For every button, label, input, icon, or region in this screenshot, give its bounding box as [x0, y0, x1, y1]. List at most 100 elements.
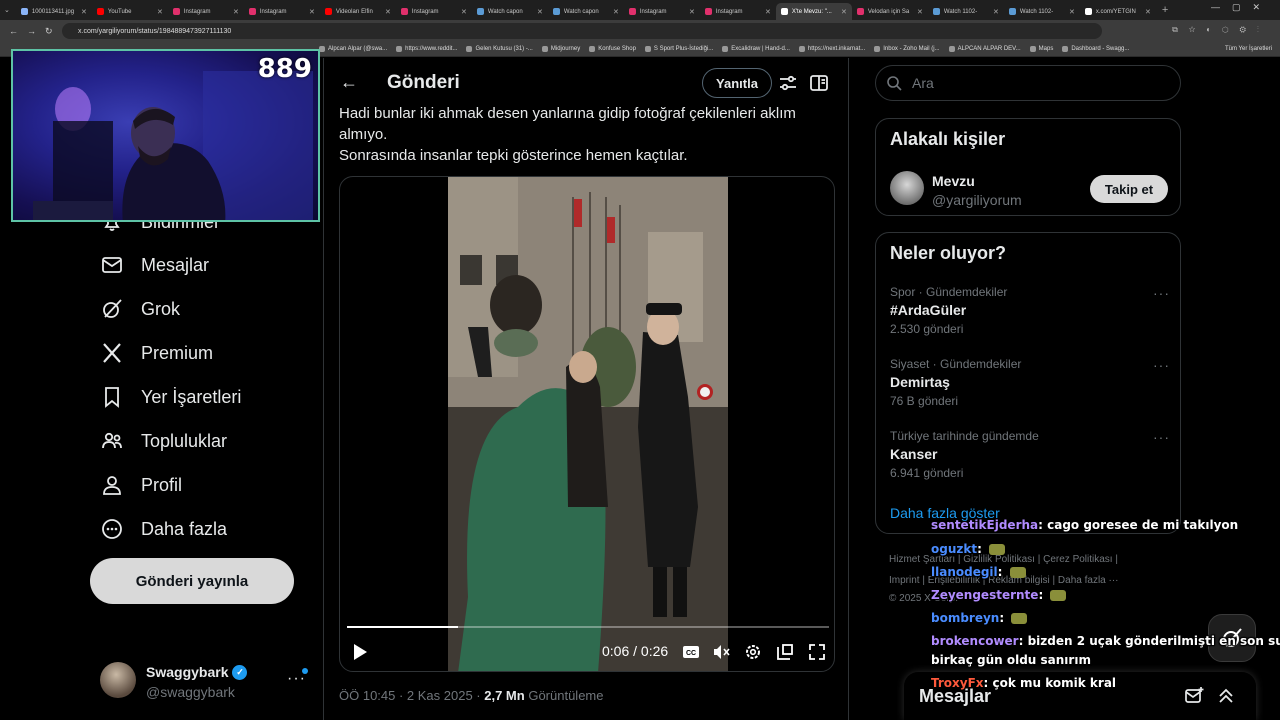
- tab-close-icon[interactable]: ✕: [309, 8, 315, 16]
- back-nav-icon[interactable]: ←: [9, 26, 18, 36]
- browser-toolbar-icons[interactable]: ⧉☆◐⬡⚙⋮: [1172, 25, 1270, 35]
- forward-nav-icon[interactable]: →: [27, 26, 36, 36]
- tab-close-icon[interactable]: ✕: [537, 8, 543, 16]
- bookmark-item[interactable]: ALPCAN ALPAR DEV...: [948, 46, 1021, 52]
- chat-username[interactable]: bombreyn: [931, 611, 999, 625]
- browser-tab[interactable]: 1000113411.jpg ✕: [16, 3, 92, 20]
- tab-close-icon[interactable]: ✕: [233, 8, 239, 16]
- fullscreen-icon[interactable]: [808, 643, 826, 661]
- nav-item[interactable]: Grok: [100, 294, 180, 324]
- tab-close-icon[interactable]: ✕: [613, 8, 619, 16]
- tab-close-icon[interactable]: ✕: [993, 8, 999, 16]
- tweet-timestamp[interactable]: ÖÖ 10:45 · 2 Kas 2025 ·: [339, 688, 484, 703]
- chat-username[interactable]: oguzkt: [931, 542, 977, 556]
- tab-close-icon[interactable]: ✕: [1145, 8, 1151, 16]
- mute-icon[interactable]: [712, 643, 730, 661]
- filter-sliders-icon[interactable]: [778, 73, 798, 93]
- url-input[interactable]: x.com/yargiliyorum/status/19848894739271…: [62, 23, 1102, 39]
- tab-close-icon[interactable]: ✕: [917, 8, 923, 16]
- nav-item[interactable]: Topluluklar: [100, 426, 227, 456]
- browser-tab[interactable]: Instagram ✕: [700, 3, 776, 20]
- window-controls[interactable]: —▢✕: [1211, 2, 1272, 13]
- related-name[interactable]: Mevzu: [932, 173, 975, 189]
- tab-close-icon[interactable]: ✕: [841, 8, 847, 16]
- new-message-icon[interactable]: [1184, 686, 1204, 706]
- video-frame[interactable]: [448, 177, 728, 671]
- related-avatar[interactable]: [890, 171, 924, 205]
- browser-tab[interactable]: X'te Mevzu: "... ✕: [775, 3, 852, 20]
- nav-item-label: Daha fazla: [141, 518, 228, 539]
- nav-item[interactable]: Daha fazla: [100, 514, 227, 544]
- trends-title: Neler oluyor?: [890, 243, 1007, 263]
- bookmark-item[interactable]: S Sport Plus-İstediği...: [644, 46, 713, 52]
- bookmark-item[interactable]: https://next.inkarnat...: [798, 46, 865, 52]
- more-circle-icon: [102, 519, 122, 539]
- tab-close-icon[interactable]: ✕: [765, 8, 771, 16]
- bookmark-item[interactable]: Maps: [1029, 46, 1053, 52]
- browser-tab[interactable]: Instagram ✕: [396, 3, 472, 20]
- chat-username[interactable]: sentetikEjderha: [931, 518, 1038, 532]
- bookmark-item[interactable]: https://www.reddit...: [396, 46, 457, 52]
- bookmark-item[interactable]: Dashboard - Swagg...: [1062, 46, 1129, 52]
- bookmark-item[interactable]: Midjourney: [541, 46, 580, 52]
- back-arrow-icon[interactable]: ←: [340, 72, 358, 93]
- tab-close-icon[interactable]: ✕: [385, 8, 391, 16]
- trend-more-icon[interactable]: ···: [1153, 429, 1170, 445]
- search-input[interactable]: Ara: [875, 65, 1181, 101]
- trend-item[interactable]: Spor · Gündemdekiler #ArdaGüler 2.530 gönd…: [890, 285, 1170, 336]
- bookmark-item[interactable]: Inbox - Zoho Mail (j...: [874, 46, 940, 52]
- browser-tab[interactable]: Velodan için Sa ✕: [852, 3, 928, 20]
- play-icon[interactable]: [352, 643, 368, 661]
- tab-close-icon[interactable]: ✕: [461, 8, 467, 16]
- nav-item[interactable]: Mesajlar: [100, 250, 209, 280]
- chat-username[interactable]: Zeyengesternte: [931, 588, 1038, 602]
- expand-chevrons-icon[interactable]: [1216, 686, 1236, 706]
- captions-icon[interactable]: CC: [682, 643, 700, 661]
- browser-tab[interactable]: Watch 1102- ✕: [1004, 3, 1080, 20]
- trend-item[interactable]: Siyaset · Gündemdekiler Demirtaş 76 B gönd…: [890, 357, 1170, 408]
- reader-view-icon[interactable]: [809, 73, 829, 93]
- trend-item[interactable]: Türkiye tarihinde gündemde Kanser 6.941 gö…: [890, 429, 1170, 480]
- settings-gear-icon[interactable]: [744, 643, 762, 661]
- chat-username[interactable]: llanodegil: [931, 565, 998, 579]
- browser-tab[interactable]: Watch capon ✕: [472, 3, 548, 20]
- browser-tab[interactable]: Videoları Elfin ✕: [320, 3, 396, 20]
- browser-tab[interactable]: Instagram ✕: [168, 3, 244, 20]
- video-player[interactable]: 0:06 / 0:26 CC: [339, 176, 835, 672]
- bookmark-item[interactable]: Excalidraw | Hand-d...: [722, 46, 790, 52]
- bookmark-item[interactable]: Alpcan Alpar (@swa...: [319, 46, 387, 52]
- bookmark-item[interactable]: Konfuse Shop: [589, 46, 636, 52]
- nav-item[interactable]: Profil: [100, 470, 182, 500]
- bookmark-item[interactable]: Gelen Kutusu (31) -...: [466, 46, 533, 52]
- tab-close-icon[interactable]: ✕: [1069, 8, 1075, 16]
- nav-item[interactable]: Yer İşaretleri: [100, 382, 241, 412]
- browser-tab[interactable]: Watch 1102- ✕: [928, 3, 1004, 20]
- all-bookmarks[interactable]: Tüm Yer İşaretleri: [1225, 46, 1272, 52]
- browser-tab[interactable]: Instagram ✕: [244, 3, 320, 20]
- chat-username[interactable]: TroxyFx: [931, 676, 984, 690]
- browser-tab[interactable]: Instagram ✕: [624, 3, 700, 20]
- more-dots-icon[interactable]: ···: [287, 670, 306, 688]
- browser-tab[interactable]: YouTube ✕: [92, 3, 168, 20]
- tab-close-icon[interactable]: ✕: [157, 8, 163, 16]
- post-button[interactable]: Gönderi yayınla: [90, 558, 294, 604]
- tab-search-icon[interactable]: ⌄: [4, 6, 10, 14]
- browser-tab[interactable]: Watch capon ✕: [548, 3, 624, 20]
- reload-icon[interactable]: ↻: [45, 26, 53, 37]
- browser-tab[interactable]: x.com/YETGIN ✕: [1080, 3, 1156, 20]
- video-progress-bar[interactable]: [347, 626, 829, 628]
- bookmark-favicon-icon: [644, 46, 651, 52]
- new-tab-button[interactable]: +: [1162, 4, 1168, 16]
- follow-button[interactable]: Takip et: [1090, 175, 1168, 203]
- picture-in-picture-icon[interactable]: [776, 643, 794, 661]
- tab-close-icon[interactable]: ✕: [81, 8, 87, 16]
- tab-label: Instagram: [183, 8, 211, 15]
- reply-button[interactable]: Yanıtla: [702, 68, 772, 98]
- nav-item[interactable]: Premium: [100, 338, 213, 368]
- tab-close-icon[interactable]: ✕: [689, 8, 695, 16]
- chat-username[interactable]: brokencower: [931, 634, 1019, 648]
- trend-more-icon[interactable]: ···: [1153, 285, 1170, 301]
- trend-more-icon[interactable]: ···: [1153, 357, 1170, 373]
- chat-message: Zeyengesternte:: [931, 588, 1067, 602]
- account-switcher[interactable]: Swaggybark ✓ @swaggybark ···: [100, 662, 310, 702]
